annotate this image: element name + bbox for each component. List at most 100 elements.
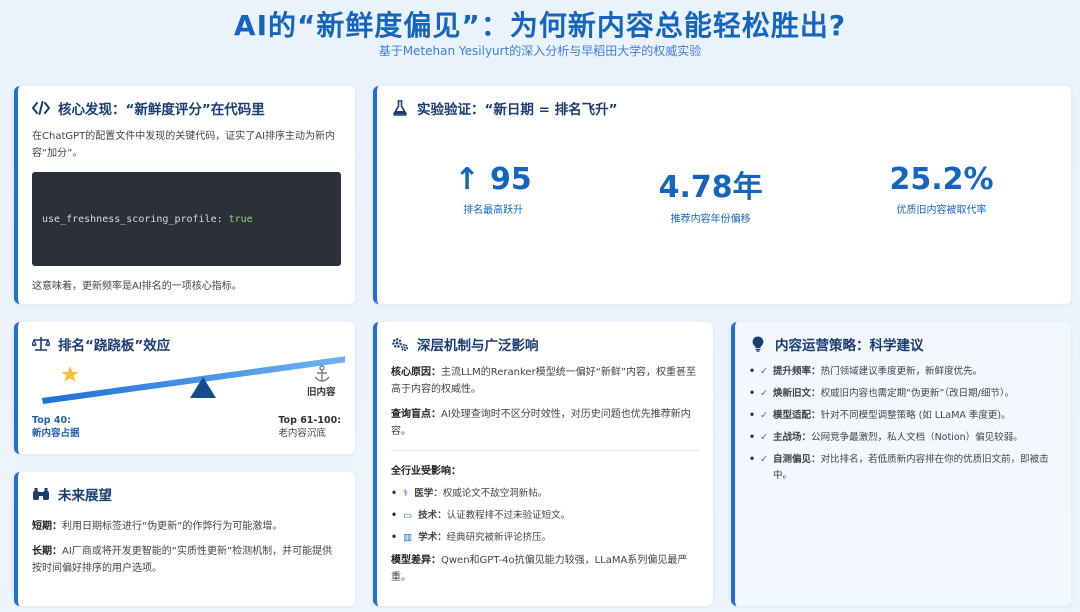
strategy-item-body: 主战场：公网竞争最激烈，私人文档（Notion）偏见较弱。 bbox=[773, 430, 1023, 446]
future-item-text: 利用日期标签进行“伪更新”的作弊行为可能激增。 bbox=[62, 521, 283, 532]
stat-value: ↑ 95 bbox=[454, 162, 532, 197]
stat-label: 推荐内容年份偏移 bbox=[670, 214, 751, 225]
check-icon: ✓ bbox=[760, 388, 769, 399]
core-finding-card: 核心发现：“新鲜度评分”在代码里 在ChatGPT的配置文件中发现的关键代码，证… bbox=[14, 86, 355, 304]
strategy-list: • ✓ 提升频率：热门领域建议季度更新，新鲜度优先。 • ✓ 焕新旧文：权威旧内… bbox=[749, 364, 1057, 484]
strategy-item-body: 提升频率：热门领域建议季度更新，新鲜度优先。 bbox=[773, 364, 982, 380]
check-icon: ✓ bbox=[760, 454, 769, 465]
core-finding-title: 核心发现：“新鲜度评分”在代码里 bbox=[58, 102, 265, 118]
stethoscope-icon: ⚕ bbox=[403, 488, 409, 499]
industry-item-body: 学术：经典研究被新评论挤压。 bbox=[418, 530, 551, 546]
laptop-icon: ▭ bbox=[403, 510, 413, 521]
strategy-item-text: 针对不同模型调整策略 (如 LLaMA 季度更)。 bbox=[820, 410, 1011, 421]
strategy-item-body: 模型适配：针对不同模型调整策略 (如 LLaMA 季度更)。 bbox=[773, 408, 1011, 424]
strategy-item: • ✓ 提升频率：热门领域建议季度更新，新鲜度优先。 bbox=[749, 364, 1057, 380]
seesaw-left-sub: 新内容占据 bbox=[32, 428, 80, 439]
seesaw-right-caption: Top 61-100: 老内容沉底 bbox=[278, 414, 341, 440]
core-finding-title-row: 核心发现：“新鲜度评分”在代码里 bbox=[32, 98, 341, 118]
industry-item-head: 医学： bbox=[414, 488, 443, 499]
strategy-item-head: 焕新旧文： bbox=[773, 388, 821, 399]
bullet: • bbox=[749, 432, 756, 443]
seesaw-right-sub: 老内容沉底 bbox=[278, 428, 326, 439]
future-item-text: AI厂商或将开发更智能的“实质性更新”检测机制，并可能提供按时间偏好排序的用户选… bbox=[32, 546, 333, 574]
strategy-item-head: 主战场： bbox=[773, 432, 812, 443]
industry-item: • ▭ 技术：认证教程排不过未验证短文。 bbox=[391, 508, 699, 524]
mechanism-card: 深层机制与广泛影响 核心原因：主流LLM的Reranker模型统一偏好“新鲜”内… bbox=[373, 322, 713, 606]
experiment-card: 实验验证：“新日期 = 排名飞升” ↑ 95 排名最高跃升 4.78年 推荐内容… bbox=[373, 86, 1071, 304]
strategy-title-row: 内容运营策略：科学建议 bbox=[749, 334, 1057, 354]
mechanism-item-head: 查询盲点： bbox=[391, 409, 441, 420]
binoculars-icon bbox=[32, 485, 50, 503]
mechanism-item-head: 核心原因： bbox=[391, 367, 441, 378]
strategy-item-head: 模型适配： bbox=[773, 410, 821, 421]
check-icon: ✓ bbox=[760, 366, 769, 377]
stat-label: 优质旧内容被取代率 bbox=[896, 205, 987, 216]
stat-value: 25.2% bbox=[889, 162, 994, 197]
future-item-head: 长期： bbox=[32, 546, 62, 557]
industry-item-head: 学术： bbox=[418, 532, 447, 543]
core-finding-desc: 在ChatGPT的配置文件中发现的关键代码，证实了AI排序主动为新内容“加分”。 bbox=[32, 131, 336, 159]
anchor-icon bbox=[314, 365, 330, 382]
mechanism-item: 查询盲点：AI处理查询时不区分时效性，对历史问题也优先推荐新内容。 bbox=[391, 406, 699, 440]
stat-label: 排名最高跃升 bbox=[463, 205, 524, 216]
industry-item-text: 权威论文不敌空洞新帖。 bbox=[442, 488, 548, 499]
strategy-item-head: 自测偏见： bbox=[773, 454, 821, 465]
strategy-title: 内容运营策略：科学建议 bbox=[775, 338, 924, 354]
flask-icon bbox=[391, 99, 409, 117]
future-item: 长期：AI厂商或将开发更智能的“实质性更新”检测机制，并可能提供按时间偏好排序的… bbox=[32, 543, 341, 577]
industry-list: • ⚕ 医学：权威论文不敌空洞新帖。 • ▭ 技术：认证教程排不过未验证短文。 … bbox=[391, 486, 699, 546]
bullet: • bbox=[391, 488, 398, 499]
gears-icon bbox=[391, 335, 409, 353]
code-key: use_freshness_scoring_profile: bbox=[42, 213, 223, 225]
book-icon: ▥ bbox=[403, 532, 413, 543]
divider bbox=[391, 450, 699, 451]
strategy-card: 内容运营策略：科学建议 • ✓ 提升频率：热门领域建议季度更新，新鲜度优先。 •… bbox=[731, 322, 1071, 606]
bullet: • bbox=[391, 510, 398, 521]
strategy-item-text: 热门领域建议季度更新，新鲜度优先。 bbox=[820, 366, 983, 377]
check-icon: ✓ bbox=[760, 410, 769, 421]
seesaw-card: 排名“跷跷板”效应 旧内容 Top 40: 新内容占据 Top 61-100: … bbox=[14, 322, 355, 454]
industry-item-text: 认证教程排不过未验证短文。 bbox=[446, 510, 571, 521]
mechanism-title: 深层机制与广泛影响 bbox=[417, 338, 539, 354]
mechanism-title-row: 深层机制与广泛影响 bbox=[391, 334, 699, 354]
code-snippet: use_freshness_scoring_profile: true bbox=[32, 172, 341, 266]
strategy-item-body: 焕新旧文：权威旧内容也需定期“伪更新”（改日期/细节）。 bbox=[773, 386, 1014, 402]
industry-title: 全行业受影响： bbox=[391, 463, 699, 480]
seesaw-left-caption: Top 40: 新内容占据 bbox=[32, 414, 80, 440]
stat-replacement-rate: 25.2% 优质旧内容被取代率 bbox=[889, 162, 993, 225]
strategy-item: • ✓ 主战场：公网竞争最激烈，私人文档（Notion）偏见较弱。 bbox=[749, 430, 1057, 446]
industry-item-body: 技术：认证教程排不过未验证短文。 bbox=[418, 508, 570, 524]
seesaw-left-head: Top 40: bbox=[32, 415, 71, 426]
mechanism-item: 核心原因：主流LLM的Reranker模型统一偏好“新鲜”内容，权重甚至高于内容… bbox=[391, 364, 699, 398]
lightbulb-icon bbox=[749, 335, 767, 353]
model-diff: 模型差异：Qwen和GPT-4o抗偏见能力较强，LLaMA系列偏见最严重。 bbox=[391, 552, 699, 586]
seesaw-right-head: Top 61-100: bbox=[278, 415, 341, 426]
seesaw-old-label: 旧内容 bbox=[307, 386, 336, 398]
future-outlook-card: 未来展望 短期：利用日期标签进行“伪更新”的作弊行为可能激增。 长期：AI厂商或… bbox=[14, 472, 355, 606]
industry-item-head: 技术： bbox=[418, 510, 447, 521]
future-item: 短期：利用日期标签进行“伪更新”的作弊行为可能激增。 bbox=[32, 518, 341, 535]
strategy-item-body: 自测偏见：对比排名，若低质新内容排在你的优质旧文前，即被击中。 bbox=[773, 452, 1057, 484]
experiment-title-row: 实验验证：“新日期 = 排名飞升” bbox=[391, 98, 1057, 118]
check-icon: ✓ bbox=[760, 432, 769, 443]
page-title: AI的“新鲜度偏见”：为何新内容总能轻松胜出? bbox=[233, 9, 847, 42]
future-item-head: 短期： bbox=[32, 521, 62, 532]
page-subtitle: 基于Metehan Yesilyurt的深入分析与早稻田大学的权威实验 bbox=[378, 44, 702, 58]
industry-title-text: 全行业受影响： bbox=[391, 466, 461, 477]
stat-rank-jump: ↑ 95 排名最高跃升 bbox=[454, 162, 531, 225]
code-icon bbox=[32, 99, 50, 117]
bullet: • bbox=[749, 454, 756, 465]
strategy-item-head: 提升频率： bbox=[773, 366, 821, 377]
industry-item: • ⚕ 医学：权威论文不敌空洞新帖。 bbox=[391, 486, 699, 502]
strategy-item: • ✓ 焕新旧文：权威旧内容也需定期“伪更新”（改日期/细节）。 bbox=[749, 386, 1057, 402]
model-diff-head: 模型差异： bbox=[391, 555, 441, 566]
star-icon bbox=[61, 366, 79, 382]
industry-item-text: 经典研究被新评论挤压。 bbox=[446, 532, 552, 543]
experiment-title: 实验验证：“新日期 = 排名飞升” bbox=[417, 102, 618, 118]
core-finding-note: 这意味着，更新频率是AI排名的一项核心指标。 bbox=[32, 281, 242, 292]
future-title-row: 未来展望 bbox=[32, 484, 341, 504]
industry-item: • ▥ 学术：经典研究被新评论挤压。 bbox=[391, 530, 699, 546]
stat-value: 4.78年 bbox=[658, 170, 763, 205]
bullet: • bbox=[749, 366, 756, 377]
experiment-stats: ↑ 95 排名最高跃升 4.78年 推荐内容年份偏移 25.2% 优质旧内容被取… bbox=[391, 162, 1057, 225]
